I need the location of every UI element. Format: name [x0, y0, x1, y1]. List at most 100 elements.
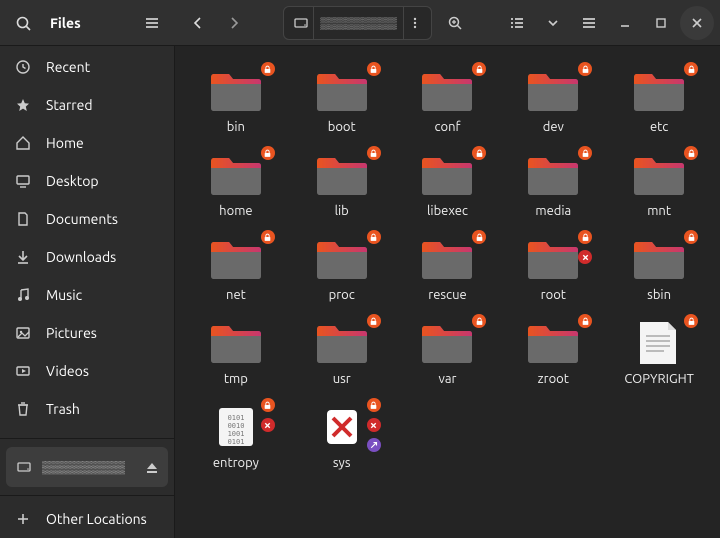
app-title: Files	[50, 15, 131, 31]
item-lib[interactable]: lib	[291, 144, 393, 222]
item-media[interactable]: media	[502, 144, 604, 222]
sidebar-item-videos[interactable]: Videos	[0, 352, 174, 390]
lock-badge-icon	[472, 62, 486, 76]
search-toggle-button[interactable]	[6, 6, 40, 40]
item-label: zroot	[538, 372, 569, 386]
file-view[interactable]: bin boot conf dev etc home lib libexec media mnt n…	[175, 46, 720, 538]
sidebar-item-label: Trash	[46, 401, 80, 417]
drive-icon	[16, 459, 32, 475]
clock-icon	[14, 58, 32, 76]
item-label: tmp	[224, 372, 248, 386]
item-boot[interactable]: boot	[291, 60, 393, 138]
device-row[interactable]: ▒▒▒▒▒▒▒▒▒	[6, 447, 168, 487]
hamburger-menu-button[interactable]	[572, 6, 606, 40]
other-locations[interactable]: Other Locations	[0, 500, 174, 538]
lock-badge-icon	[578, 62, 592, 76]
symlink-badge-icon	[367, 438, 381, 452]
lock-badge-icon	[367, 230, 381, 244]
item-sys[interactable]: sys	[291, 396, 393, 474]
document-icon	[14, 210, 32, 228]
item-root[interactable]: root	[502, 228, 604, 306]
maximize-button[interactable]	[644, 6, 678, 40]
unreadable-badge-icon	[261, 418, 275, 432]
item-label: mnt	[647, 204, 671, 218]
view-list-button[interactable]	[500, 6, 534, 40]
lock-badge-icon	[684, 62, 698, 76]
lock-badge-icon	[578, 314, 592, 328]
item-rescue[interactable]: rescue	[397, 228, 499, 306]
item-proc[interactable]: proc	[291, 228, 393, 306]
lock-badge-icon	[261, 398, 275, 412]
lock-badge-icon	[684, 146, 698, 160]
sidebar-item-home[interactable]: Home	[0, 124, 174, 162]
sidebar-item-label: Desktop	[46, 173, 99, 189]
item-libexec[interactable]: libexec	[397, 144, 499, 222]
item-net[interactable]: net	[185, 228, 287, 306]
sidebar-item-music[interactable]: Music	[0, 276, 174, 314]
sidebar-item-desktop[interactable]: Desktop	[0, 162, 174, 200]
trash-icon	[14, 400, 32, 418]
item-bin[interactable]: bin	[185, 60, 287, 138]
item-label: sys	[333, 456, 351, 470]
item-tmp[interactable]: tmp	[185, 312, 287, 390]
search-button[interactable]	[438, 6, 472, 40]
sidebar-item-pictures[interactable]: Pictures	[0, 314, 174, 352]
sidebar-item-starred[interactable]: Starred	[0, 86, 174, 124]
home-icon	[14, 134, 32, 152]
sidebar-item-label: Recent	[46, 59, 90, 75]
sidebar-menu-button[interactable]	[135, 6, 169, 40]
item-label: etc	[650, 120, 668, 134]
sidebar-item-downloads[interactable]: Downloads	[0, 238, 174, 276]
path-menu-button[interactable]	[403, 7, 427, 39]
item-label: usr	[333, 372, 351, 386]
item-label: net	[226, 288, 246, 302]
item-entropy[interactable]: entropy	[185, 396, 287, 474]
eject-icon[interactable]	[144, 460, 158, 474]
item-conf[interactable]: conf	[397, 60, 499, 138]
item-label: boot	[328, 120, 356, 134]
sidebar-item-label: Music	[46, 287, 82, 303]
headerbar: Files ▒▒▒▒▒▒▒▒▒	[0, 0, 720, 46]
item-home[interactable]: home	[185, 144, 287, 222]
item-label: lib	[335, 204, 349, 218]
sidebar-item-label: Home	[46, 135, 84, 151]
sidebar-item-recent[interactable]: Recent	[0, 48, 174, 86]
item-zroot[interactable]: zroot	[502, 312, 604, 390]
other-locations-label: Other Locations	[46, 511, 147, 527]
item-label: var	[439, 372, 457, 386]
lock-badge-icon	[684, 314, 698, 328]
lock-badge-icon	[578, 230, 592, 244]
minimize-button[interactable]	[608, 6, 642, 40]
lock-badge-icon	[578, 146, 592, 160]
close-button[interactable]	[680, 6, 714, 40]
item-var[interactable]: var	[397, 312, 499, 390]
item-label: sbin	[647, 288, 671, 302]
item-usr[interactable]: usr	[291, 312, 393, 390]
item-sbin[interactable]: sbin	[608, 228, 710, 306]
item-COPYRIGHT[interactable]: COPYRIGHT	[608, 312, 710, 390]
lock-badge-icon	[261, 146, 275, 160]
item-label: root	[541, 288, 566, 302]
lock-badge-icon	[367, 314, 381, 328]
sidebar-item-documents[interactable]: Documents	[0, 200, 174, 238]
lock-badge-icon	[684, 230, 698, 244]
unreadable-badge-icon	[578, 250, 592, 264]
item-dev[interactable]: dev	[502, 60, 604, 138]
path-bar[interactable]: ▒▒▒▒▒▒▒▒▒	[283, 6, 432, 40]
item-label: dev	[543, 120, 564, 134]
forward-button[interactable]	[217, 6, 251, 40]
picture-icon	[14, 324, 32, 342]
lock-badge-icon	[472, 230, 486, 244]
plus-icon	[14, 510, 32, 528]
item-label: proc	[329, 288, 355, 302]
item-label: libexec	[427, 204, 468, 218]
sidebar-item-trash[interactable]: Trash	[0, 390, 174, 428]
lock-badge-icon	[261, 230, 275, 244]
back-button[interactable]	[181, 6, 215, 40]
sidebar-item-label: Pictures	[46, 325, 97, 341]
item-mnt[interactable]: mnt	[608, 144, 710, 222]
sidebar-item-label: Videos	[46, 363, 89, 379]
view-options-button[interactable]	[536, 6, 570, 40]
item-label: media	[535, 204, 571, 218]
item-etc[interactable]: etc	[608, 60, 710, 138]
